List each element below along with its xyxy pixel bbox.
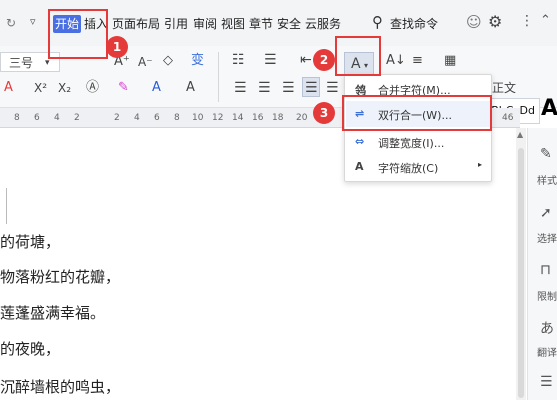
tab-references[interactable]: 引用	[164, 15, 188, 33]
redo-icon[interactable]: ↻	[6, 16, 16, 30]
highlight-box-two-lines	[342, 95, 492, 131]
ruler-tick: 10	[192, 113, 204, 123]
style-heading-preview[interactable]: A	[541, 96, 557, 121]
document-line: 物落粉红的花瓣，	[0, 268, 121, 286]
ruler-tick: 6	[154, 113, 160, 123]
scrollbar-thumb[interactable]	[518, 148, 524, 398]
side-label-restrict[interactable]: 限制	[537, 288, 557, 303]
justify-icon: ☰	[305, 80, 318, 96]
document-line: 沉醉墙根的鸣虫，	[0, 378, 121, 396]
phonetic-icon[interactable]: 变	[191, 53, 204, 69]
side-label-select[interactable]: 选择	[537, 230, 557, 245]
align-center-icon[interactable]: ☰	[258, 80, 271, 96]
lock-icon[interactable]: ⊓	[540, 262, 551, 278]
ruler-tick: 2	[114, 113, 120, 123]
step-badge-2: 2	[313, 49, 335, 71]
step-badge-3: 3	[313, 102, 335, 124]
side-label-translate[interactable]: 翻译	[537, 344, 557, 359]
menu-item-char-scale[interactable]: 字符缩放(C)	[378, 160, 438, 176]
align-right-icon[interactable]: ☰	[282, 80, 295, 96]
emoji-icon[interactable]: ☺	[466, 13, 482, 31]
distribute-icon[interactable]: ☰	[326, 80, 339, 96]
ruler-tick: 4	[54, 113, 60, 123]
app-window: ↻ ▿ 开始 插入 页面布局 引用 审阅 视图 章节 安全 云服务 ⚲ 查找命令…	[0, 0, 557, 400]
more-icon[interactable]: ⋮	[520, 13, 534, 29]
number-list-icon[interactable]: ☰	[264, 52, 277, 68]
scroll-up-icon[interactable]: ▲	[517, 130, 523, 139]
search-command[interactable]: 查找命令	[390, 15, 438, 33]
font-color-icon[interactable]: A	[152, 80, 161, 96]
ruler-tick: 46	[502, 113, 514, 123]
pencil-icon[interactable]: ✎	[540, 146, 552, 162]
bullet-list-icon[interactable]: ☷	[232, 52, 245, 68]
border-icon[interactable]: ▦	[444, 53, 456, 69]
highlight-box-char-scale	[335, 36, 381, 76]
adjust-width-icon: ⇔	[355, 135, 365, 148]
tab-chapter[interactable]: 章节	[249, 15, 273, 33]
chevron-right-icon: ▸	[478, 160, 483, 169]
char-scale-icon: A	[355, 160, 364, 173]
ruler-tick: 4	[134, 113, 140, 123]
ruler-tick: 14	[232, 113, 244, 123]
ruler-tick: 8	[14, 113, 20, 123]
ruler-tick: 12	[212, 113, 224, 123]
dropdown-arrow-icon[interactable]: ▿	[30, 15, 36, 28]
char-border-icon[interactable]: A	[186, 80, 195, 96]
align-left-icon[interactable]: ☰	[234, 80, 247, 96]
ruler-tick: 2	[74, 113, 80, 123]
document-line: 的夜晚，	[0, 340, 61, 358]
highlight-box-home-tab	[48, 9, 108, 59]
spacing-icon[interactable]: ≡	[412, 53, 423, 69]
tab-cloud[interactable]: 云服务	[305, 15, 341, 33]
ruler-tick: 16	[252, 113, 264, 123]
shrink-font-icon[interactable]: A⁻	[138, 54, 153, 70]
side-label-style[interactable]: 样式	[537, 172, 557, 187]
font-color-a-icon[interactable]: A	[4, 80, 13, 96]
document-line: 的荷塘，	[0, 233, 61, 251]
page-corner-mark	[6, 188, 7, 224]
list-icon[interactable]: ☰	[540, 374, 553, 390]
subscript-icon[interactable]: X₂	[58, 80, 71, 96]
step-badge-1: 1	[106, 36, 128, 58]
style-name[interactable]: 正文	[492, 80, 516, 96]
collapse-icon[interactable]: ⌃	[540, 13, 551, 28]
menu-item-adjust-width[interactable]: 调整宽度(I)...	[378, 135, 444, 151]
text-effect-icon[interactable]: Ⓐ	[86, 80, 99, 96]
eraser-icon[interactable]: ◇	[163, 53, 173, 69]
translate-icon[interactable]: あ	[540, 318, 554, 338]
tab-view[interactable]: 视图	[221, 15, 245, 33]
sort-icon[interactable]: A↓	[386, 53, 406, 69]
superscript-icon[interactable]: X²	[34, 80, 47, 96]
tab-review[interactable]: 审阅	[193, 15, 217, 33]
ruler-tick: 8	[174, 113, 180, 123]
ruler-tick: 18	[272, 113, 284, 123]
ruler-tick: 20	[296, 113, 308, 123]
tab-page-layout[interactable]: 页面布局	[112, 15, 160, 33]
tab-security[interactable]: 安全	[277, 15, 301, 33]
search-icon[interactable]: ⚲	[372, 13, 383, 31]
outdent-icon[interactable]: ⇤	[300, 52, 312, 68]
highlight-icon[interactable]: ✎	[118, 80, 129, 96]
document-line: 莲蓬盛满幸福。	[0, 304, 106, 322]
ruler-tick: 6	[34, 113, 40, 123]
gear-icon[interactable]: ⚙	[488, 12, 502, 31]
font-size-value: 三号	[9, 56, 34, 70]
pointer-icon[interactable]: ➚	[540, 205, 552, 221]
